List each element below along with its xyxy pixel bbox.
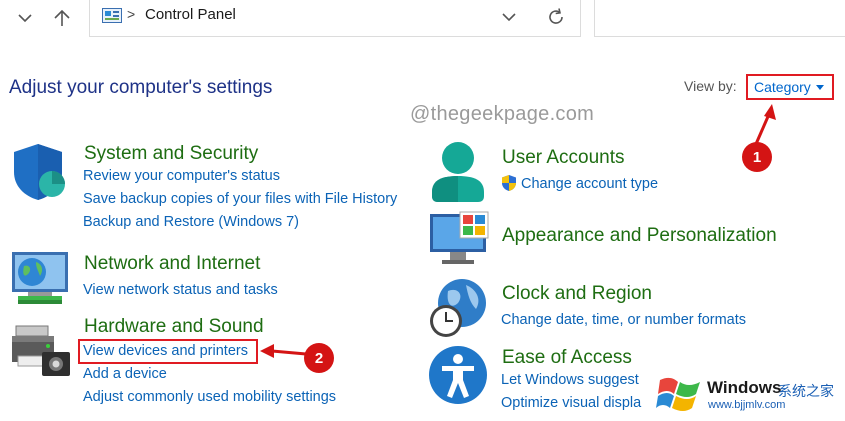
- network-globe-icon: [10, 250, 70, 311]
- page-title: Adjust your computer's settings: [9, 77, 273, 98]
- annotation-arrow-1: [754, 104, 776, 145]
- link-optimize-visual-display[interactable]: Optimize visual displa: [501, 395, 641, 411]
- link-network-status[interactable]: View network status and tasks: [83, 282, 278, 298]
- annotation-badge-2: 2: [304, 343, 334, 373]
- category-network-and-internet[interactable]: Network and Internet: [84, 253, 260, 275]
- address-bar[interactable]: > Control Panel: [89, 0, 581, 37]
- view-by-value: Category: [754, 79, 811, 95]
- category-appearance-and-personalization[interactable]: Appearance and Personalization: [502, 225, 777, 247]
- category-user-accounts[interactable]: User Accounts: [502, 147, 625, 169]
- clock-globe-icon: [428, 277, 488, 344]
- windows-brand-text: Windows: [707, 378, 782, 397]
- accessibility-icon: [428, 344, 488, 411]
- view-by-dropdown[interactable]: Category: [746, 74, 834, 100]
- control-panel-icon: [102, 8, 122, 29]
- address-dropdown-chevron-icon[interactable]: [499, 7, 519, 32]
- category-hardware-and-sound[interactable]: Hardware and Sound: [84, 316, 264, 338]
- link-change-account-type[interactable]: Change account type: [521, 176, 658, 192]
- site-watermark: @thegeekpage.com: [410, 103, 595, 125]
- shield-icon: [12, 142, 68, 207]
- link-mobility-settings[interactable]: Adjust commonly used mobility settings: [83, 389, 336, 405]
- dropdown-caret-icon: [815, 84, 824, 90]
- link-review-status[interactable]: Review your computer's status: [83, 168, 280, 184]
- annotation-badge-1: 1: [742, 142, 772, 172]
- uac-shield-icon: [500, 174, 518, 197]
- link-view-devices-printers[interactable]: View devices and printers: [83, 343, 248, 359]
- view-by-label: View by:: [684, 78, 737, 94]
- windows-url-text: www.bjjmlv.com: [708, 399, 786, 411]
- category-system-and-security[interactable]: System and Security: [84, 143, 258, 165]
- recent-locations-chevron-icon[interactable]: [13, 6, 37, 30]
- printer-icon: [10, 322, 72, 383]
- link-backup-restore[interactable]: Backup and Restore (Windows 7): [83, 214, 299, 230]
- user-icon: [428, 140, 488, 209]
- windows-cn-text: 系统之家: [778, 383, 834, 399]
- link-date-time-formats[interactable]: Change date, time, or number formats: [501, 312, 746, 328]
- search-box[interactable]: [594, 0, 845, 37]
- annotation-arrow-2: [260, 344, 307, 358]
- link-add-device[interactable]: Add a device: [83, 366, 167, 382]
- breadcrumb-control-panel[interactable]: Control Panel: [145, 6, 236, 23]
- windows-logo-icon: [656, 372, 702, 421]
- link-file-history[interactable]: Save backup copies of your files with Fi…: [83, 191, 397, 207]
- up-arrow-icon[interactable]: [50, 6, 74, 30]
- category-ease-of-access[interactable]: Ease of Access: [502, 347, 632, 369]
- link-let-windows-suggest[interactable]: Let Windows suggest: [501, 372, 639, 388]
- monitor-icon: [428, 210, 490, 271]
- navigation-bar: > Control Panel: [0, 0, 845, 38]
- refresh-icon[interactable]: [545, 6, 567, 33]
- category-clock-and-region[interactable]: Clock and Region: [502, 283, 652, 305]
- breadcrumb-separator: >: [127, 6, 136, 22]
